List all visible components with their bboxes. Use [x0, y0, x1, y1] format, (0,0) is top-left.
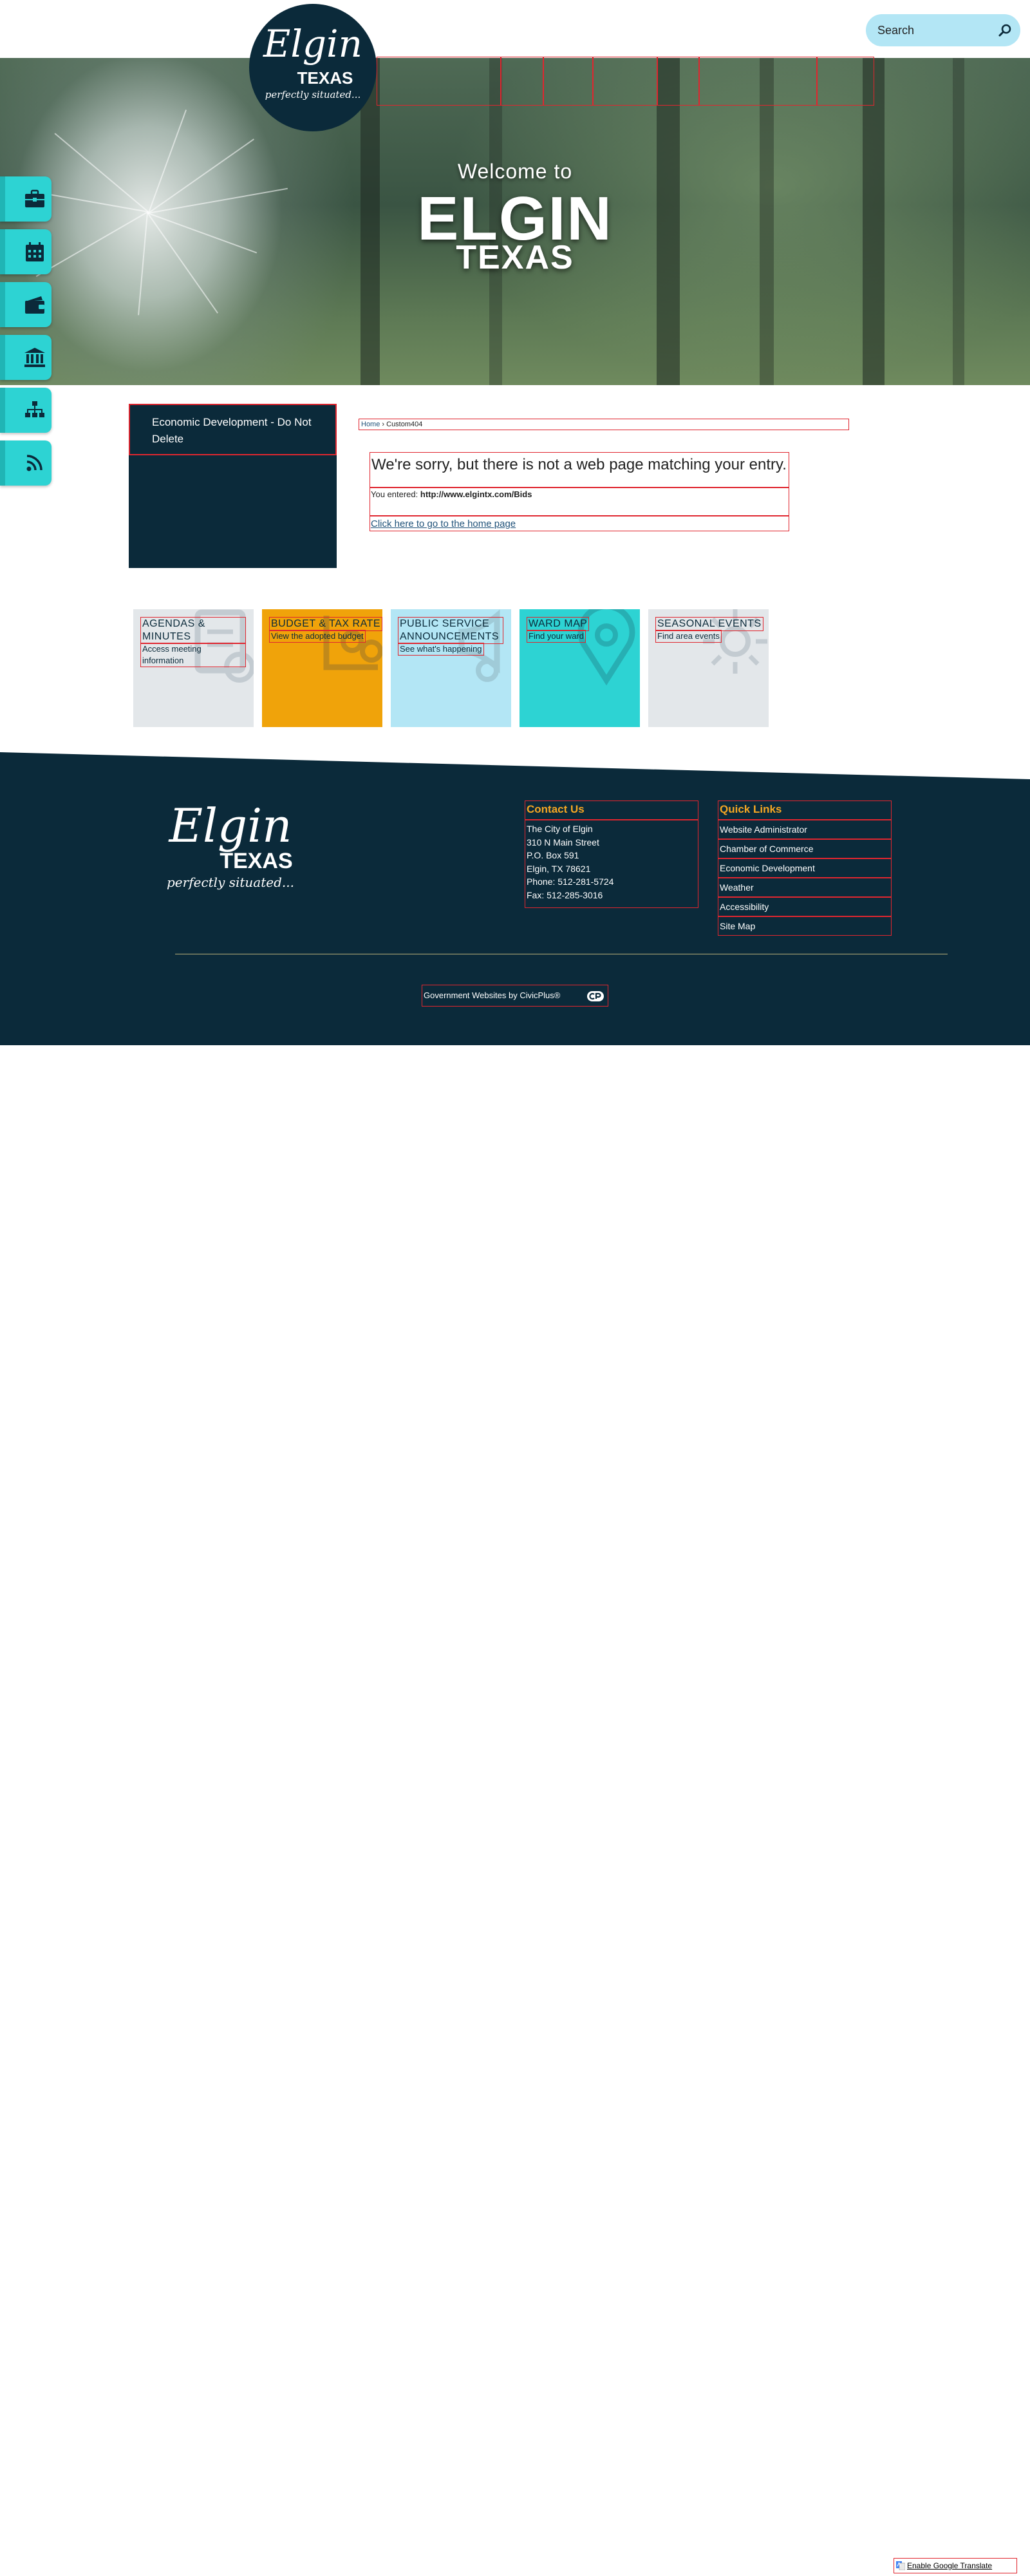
- tile-subtitle: Access meeting information: [140, 643, 246, 667]
- logo-state-text: TEXAS: [297, 68, 353, 88]
- tile-title: WARD MAP: [527, 617, 590, 631]
- top-bar: [0, 0, 1030, 58]
- wallet-icon: [25, 296, 44, 314]
- quick-bar-government[interactable]: [0, 335, 52, 380]
- tile-agendas-minutes[interactable]: AGENDAS & MINUTES Access meeting informa…: [133, 609, 254, 727]
- breadcrumb-current: Custom404: [386, 421, 423, 428]
- rss-icon: [26, 455, 42, 471]
- secondary-navigation: Economic Development - Do Not Delete: [129, 404, 337, 568]
- tile-public-service-announcements[interactable]: PUBLIC SERVICE ANNOUNCEMENTS See what's …: [391, 609, 511, 727]
- hero-welcome-text: Welcome to: [457, 160, 573, 183]
- tile-seasonal-events[interactable]: SEASONAL EVENTS Find area events: [648, 609, 769, 727]
- civicplus-logo-icon: [587, 991, 604, 1001]
- tile-title: BUDGET & TAX RATE: [269, 617, 382, 631]
- nav-item-5[interactable]: [657, 57, 699, 106]
- contact-heading: Contact Us: [525, 800, 698, 820]
- tile-title: PUBLIC SERVICE ANNOUNCEMENTS: [398, 617, 503, 644]
- main-navigation: [377, 57, 874, 106]
- quick-link-economic-development[interactable]: Economic Development: [718, 858, 892, 878]
- tile-subtitle: Find area events: [655, 630, 722, 643]
- nav-item-1[interactable]: [377, 57, 501, 106]
- footer-logo-script: Elgin: [169, 799, 292, 853]
- quick-bar-calendar[interactable]: [0, 229, 52, 274]
- logo-tagline: perfectly situated...: [265, 89, 361, 100]
- breadcrumb-separator: ›: [380, 421, 387, 428]
- breadcrumb: Home › Custom404: [359, 419, 849, 430]
- contact-line: P.O. Box 591: [527, 850, 579, 860]
- nav-item-4[interactable]: [593, 57, 657, 106]
- google-translate-widget: Enable Google Translate: [894, 2558, 1017, 2573]
- quick-link-chamber-of-commerce[interactable]: Chamber of Commerce: [718, 839, 892, 858]
- search-input[interactable]: [877, 14, 993, 46]
- contact-line: Phone: 512-281-5724: [527, 876, 614, 887]
- tile-budget-tax-rate[interactable]: BUDGET & TAX RATE View the adopted budge…: [262, 609, 382, 727]
- quick-links-heading: Quick Links: [718, 800, 892, 820]
- google-translate-icon: [896, 2561, 905, 2570]
- home-page-link-container: Click here to go to the home page: [370, 516, 789, 531]
- calendar-icon: [26, 242, 44, 261]
- quick-bar-sitemap[interactable]: [0, 388, 52, 433]
- contact-line: Elgin, TX 78621: [527, 863, 591, 874]
- site-logo[interactable]: Elgin TEXAS perfectly situated...: [249, 4, 377, 131]
- quick-bar-wallet[interactable]: [0, 282, 52, 327]
- footer-logo-state: TEXAS: [220, 849, 293, 873]
- search-icon[interactable]: [998, 23, 1012, 37]
- government-building-icon: [24, 348, 45, 367]
- sitemap-icon: [25, 401, 44, 417]
- hero-state-name: TEXAS: [456, 239, 574, 276]
- quick-link-website-administrator[interactable]: Website Administrator: [718, 820, 892, 839]
- nav-item-7[interactable]: [817, 57, 874, 106]
- contact-line: 310 N Main Street: [527, 837, 599, 848]
- entered-label: You entered:: [371, 489, 420, 499]
- tile-title: SEASONAL EVENTS: [655, 617, 763, 631]
- quick-bar-briefcase[interactable]: [0, 176, 52, 222]
- civicplus-label: Government Websites by CivicPlus®: [424, 990, 561, 1000]
- breadcrumb-home-link[interactable]: Home: [361, 421, 380, 428]
- nav-item-6[interactable]: [699, 57, 817, 106]
- civicplus-credit-link[interactable]: Government Websites by CivicPlus®: [422, 985, 608, 1007]
- home-page-link[interactable]: Click here to go to the home page: [371, 518, 516, 529]
- tile-subtitle: See what's happening: [398, 643, 484, 656]
- enable-google-translate-link[interactable]: Enable Google Translate: [907, 2561, 992, 2570]
- briefcase-icon: [25, 189, 44, 207]
- tile-subtitle: Find your ward: [527, 630, 586, 643]
- contact-line: Fax: 512-285-3016: [527, 889, 603, 900]
- sidenav-item-economic-development[interactable]: Economic Development - Do Not Delete: [129, 404, 337, 455]
- logo-script-text: Elgin: [263, 22, 362, 66]
- tile-subtitle: View the adopted budget: [269, 630, 366, 643]
- nav-item-3[interactable]: [543, 57, 593, 106]
- error-entered-url: You entered: http://www.elgintx.com/Bids: [370, 488, 789, 516]
- contact-line: The City of Elgin: [527, 824, 593, 834]
- tile-title: AGENDAS & MINUTES: [140, 617, 246, 644]
- quick-link-site-map[interactable]: Site Map: [718, 916, 892, 936]
- quick-link-accessibility[interactable]: Accessibility: [718, 897, 892, 916]
- footer-logo-tagline: perfectly situated...: [167, 875, 294, 890]
- search-box[interactable]: [866, 14, 1020, 46]
- nav-item-2[interactable]: [501, 57, 543, 106]
- tile-ward-map[interactable]: WARD MAP Find your ward: [520, 609, 640, 727]
- quick-link-weather[interactable]: Weather: [718, 878, 892, 897]
- contact-info: The City of Elgin 310 N Main Street P.O.…: [525, 820, 698, 908]
- error-message-title: We're sorry, but there is not a web page…: [370, 452, 789, 488]
- hero-banner: Welcome to ELGIN TEXAS: [0, 58, 1030, 385]
- footer-logo[interactable]: Elgin TEXAS perfectly situated...: [160, 799, 301, 902]
- entered-url-value: http://www.elgintx.com/Bids: [420, 489, 532, 499]
- quick-bar-rss[interactable]: [0, 440, 52, 486]
